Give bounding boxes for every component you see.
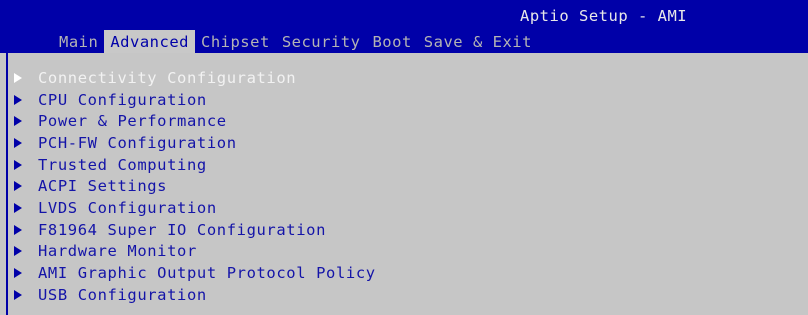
menu-item-label: ACPI Settings xyxy=(38,177,168,196)
advanced-menu-panel: Connectivity Configuration CPU Configura… xyxy=(6,53,808,315)
submenu-arrow-icon xyxy=(14,137,22,148)
tab-bar: Main Advanced Chipset Security Boot Save… xyxy=(0,30,538,53)
app-title: Aptio Setup - AMI xyxy=(520,7,688,25)
submenu-arrow-icon xyxy=(14,202,22,213)
submenu-arrow-icon xyxy=(14,268,22,279)
submenu-arrow-icon xyxy=(14,159,22,170)
menu-item-label: PCH-FW Configuration xyxy=(38,133,237,152)
submenu-arrow-icon xyxy=(14,94,22,105)
submenu-arrow-icon xyxy=(14,181,22,192)
menu-item-hardware-monitor[interactable]: Hardware Monitor xyxy=(14,241,376,263)
menu-item-label: Connectivity Configuration xyxy=(38,68,297,87)
tab-chipset[interactable]: Chipset xyxy=(195,30,276,53)
menu-item-label: F81964 Super IO Configuration xyxy=(38,220,327,239)
submenu-arrow-icon xyxy=(14,72,22,83)
menu-item-power-performance[interactable]: Power & Performance xyxy=(14,110,376,132)
tab-save-exit[interactable]: Save & Exit xyxy=(418,30,538,53)
menu-item-pch-fw-configuration[interactable]: PCH-FW Configuration xyxy=(14,132,376,154)
header-bar: Aptio Setup - AMI Main Advanced Chipset … xyxy=(0,0,808,53)
tab-main[interactable]: Main xyxy=(53,30,104,53)
menu-list: Connectivity Configuration CPU Configura… xyxy=(14,67,376,306)
menu-item-label: Hardware Monitor xyxy=(38,242,197,261)
tab-boot[interactable]: Boot xyxy=(366,30,417,53)
submenu-arrow-icon xyxy=(14,116,22,127)
menu-item-label: CPU Configuration xyxy=(38,90,207,109)
menu-item-label: LVDS Configuration xyxy=(38,198,217,217)
submenu-arrow-icon xyxy=(14,224,22,235)
menu-item-lvds-configuration[interactable]: LVDS Configuration xyxy=(14,197,376,219)
menu-item-label: Trusted Computing xyxy=(38,155,207,174)
submenu-arrow-icon xyxy=(14,246,22,257)
menu-item-acpi-settings[interactable]: ACPI Settings xyxy=(14,175,376,197)
menu-item-ami-gop-policy[interactable]: AMI Graphic Output Protocol Policy xyxy=(14,262,376,284)
menu-item-label: USB Configuration xyxy=(38,285,207,304)
menu-item-super-io-configuration[interactable]: F81964 Super IO Configuration xyxy=(14,219,376,241)
menu-item-trusted-computing[interactable]: Trusted Computing xyxy=(14,154,376,176)
bios-setup-screen: Aptio Setup - AMI Main Advanced Chipset … xyxy=(0,0,808,315)
menu-item-cpu-configuration[interactable]: CPU Configuration xyxy=(14,89,376,111)
menu-item-label: Power & Performance xyxy=(38,112,227,131)
menu-item-usb-configuration[interactable]: USB Configuration xyxy=(14,284,376,306)
menu-item-connectivity-configuration[interactable]: Connectivity Configuration xyxy=(14,67,376,89)
submenu-arrow-icon xyxy=(14,289,22,300)
tab-advanced[interactable]: Advanced xyxy=(104,30,195,53)
tab-security[interactable]: Security xyxy=(276,30,367,53)
menu-item-label: AMI Graphic Output Protocol Policy xyxy=(38,264,376,283)
